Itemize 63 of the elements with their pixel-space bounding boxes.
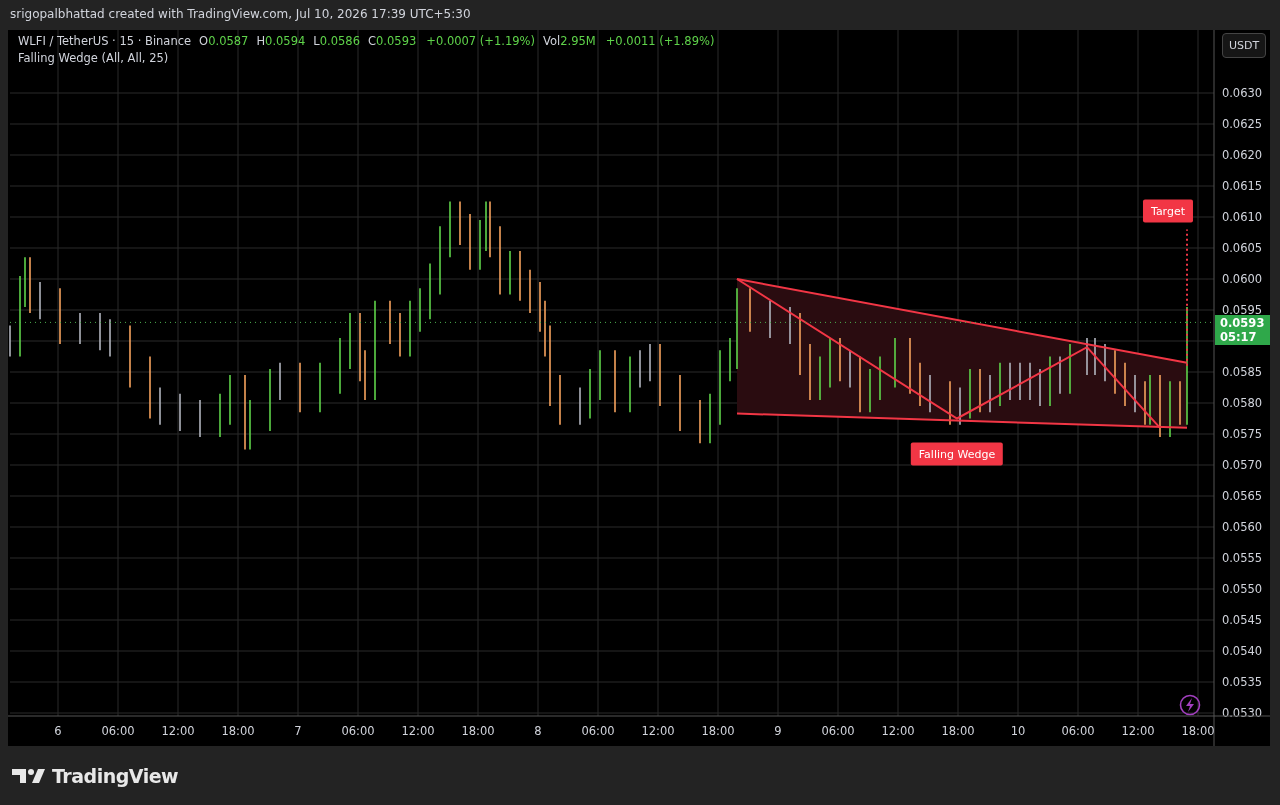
time-label: 12:00 <box>881 724 915 738</box>
price-label: 0.0615 <box>1221 179 1263 193</box>
price-label: 0.0620 <box>1221 148 1263 162</box>
price-label: 0.0585 <box>1221 365 1263 379</box>
price-label: 0.0550 <box>1221 582 1263 596</box>
ohlc-value: 0.0594 <box>265 34 306 48</box>
time-label: 18:00 <box>461 724 495 738</box>
price-label: 0.0630 <box>1221 86 1263 100</box>
time-label: 12:00 <box>401 724 435 738</box>
chart-credit: srigopalbhattad created with TradingView.com, Jul 10, 2026 17:39 UTC+5:30 <box>9 6 472 23</box>
time-label: 06:00 <box>581 724 615 738</box>
time-label: 18:00 <box>941 724 975 738</box>
price-label: 0.0555 <box>1221 551 1263 565</box>
time-label: 06:00 <box>1061 724 1095 738</box>
time-label: 18:00 <box>1181 724 1215 738</box>
ohlc-label: H <box>256 34 266 48</box>
price-label: 0.0575 <box>1221 427 1263 441</box>
lightning-icon[interactable] <box>1179 694 1201 716</box>
price-label: 0.0625 <box>1221 117 1263 131</box>
logo-icon <box>12 767 46 784</box>
currency-button[interactable]: USDT <box>1222 33 1266 58</box>
time-label: 12:00 <box>1121 724 1155 738</box>
price-label: 0.0595 <box>1221 303 1263 317</box>
time-label: 8 <box>534 724 542 738</box>
price-label: 0.0580 <box>1221 396 1263 410</box>
price-label: 0.0545 <box>1221 613 1263 627</box>
volume-value: 2.95M <box>560 34 596 48</box>
volume-change: +0.0011 (+1.89%) <box>605 33 715 50</box>
time-label: 06:00 <box>821 724 855 738</box>
time-label: 18:00 <box>701 724 735 738</box>
brand-name: TradingView <box>52 764 179 787</box>
price-label: 0.0535 <box>1221 675 1263 689</box>
price-label: 0.0600 <box>1221 272 1263 286</box>
ohlc-value: 0.0587 <box>208 34 249 48</box>
time-label: 06:00 <box>341 724 375 738</box>
price-label: 0.0605 <box>1221 241 1263 255</box>
time-label: 06:00 <box>101 724 135 738</box>
ohlc-value: 0.0593 <box>376 34 417 48</box>
pattern-label: Falling Wedge <box>910 442 1004 466</box>
time-label: 9 <box>774 724 782 738</box>
ohlc-label: O <box>199 34 209 48</box>
price-label: 0.0610 <box>1221 210 1263 224</box>
target-label: Target <box>1143 199 1193 223</box>
time-label: 12:00 <box>161 724 195 738</box>
price-change: +0.0007 (+1.19%) <box>426 33 535 50</box>
price-label: 0.0530 <box>1221 706 1263 720</box>
price-label: 0.0565 <box>1221 489 1263 503</box>
time-label: 7 <box>294 724 302 738</box>
indicator-title: Falling Wedge (All, All, 25) <box>18 50 170 67</box>
ohlc-label: L <box>313 34 320 48</box>
last-price-value: 0.0593 <box>1220 316 1266 331</box>
bar-countdown: 05:17 <box>1220 330 1258 345</box>
symbol-title: WLFI / TetherUS · 15 · Binance <box>18 33 192 50</box>
time-label: 12:00 <box>641 724 675 738</box>
ohlc-value: 0.0586 <box>319 34 360 48</box>
price-label: 0.0560 <box>1221 520 1263 534</box>
time-label: 6 <box>54 724 62 738</box>
price-label: 0.0540 <box>1221 644 1263 658</box>
volume-label: Vol <box>542 34 561 48</box>
time-label: 18:00 <box>221 724 255 738</box>
ohlc-label: C <box>368 34 377 48</box>
time-label: 10 <box>1010 724 1026 738</box>
price-label: 0.0570 <box>1221 458 1263 472</box>
